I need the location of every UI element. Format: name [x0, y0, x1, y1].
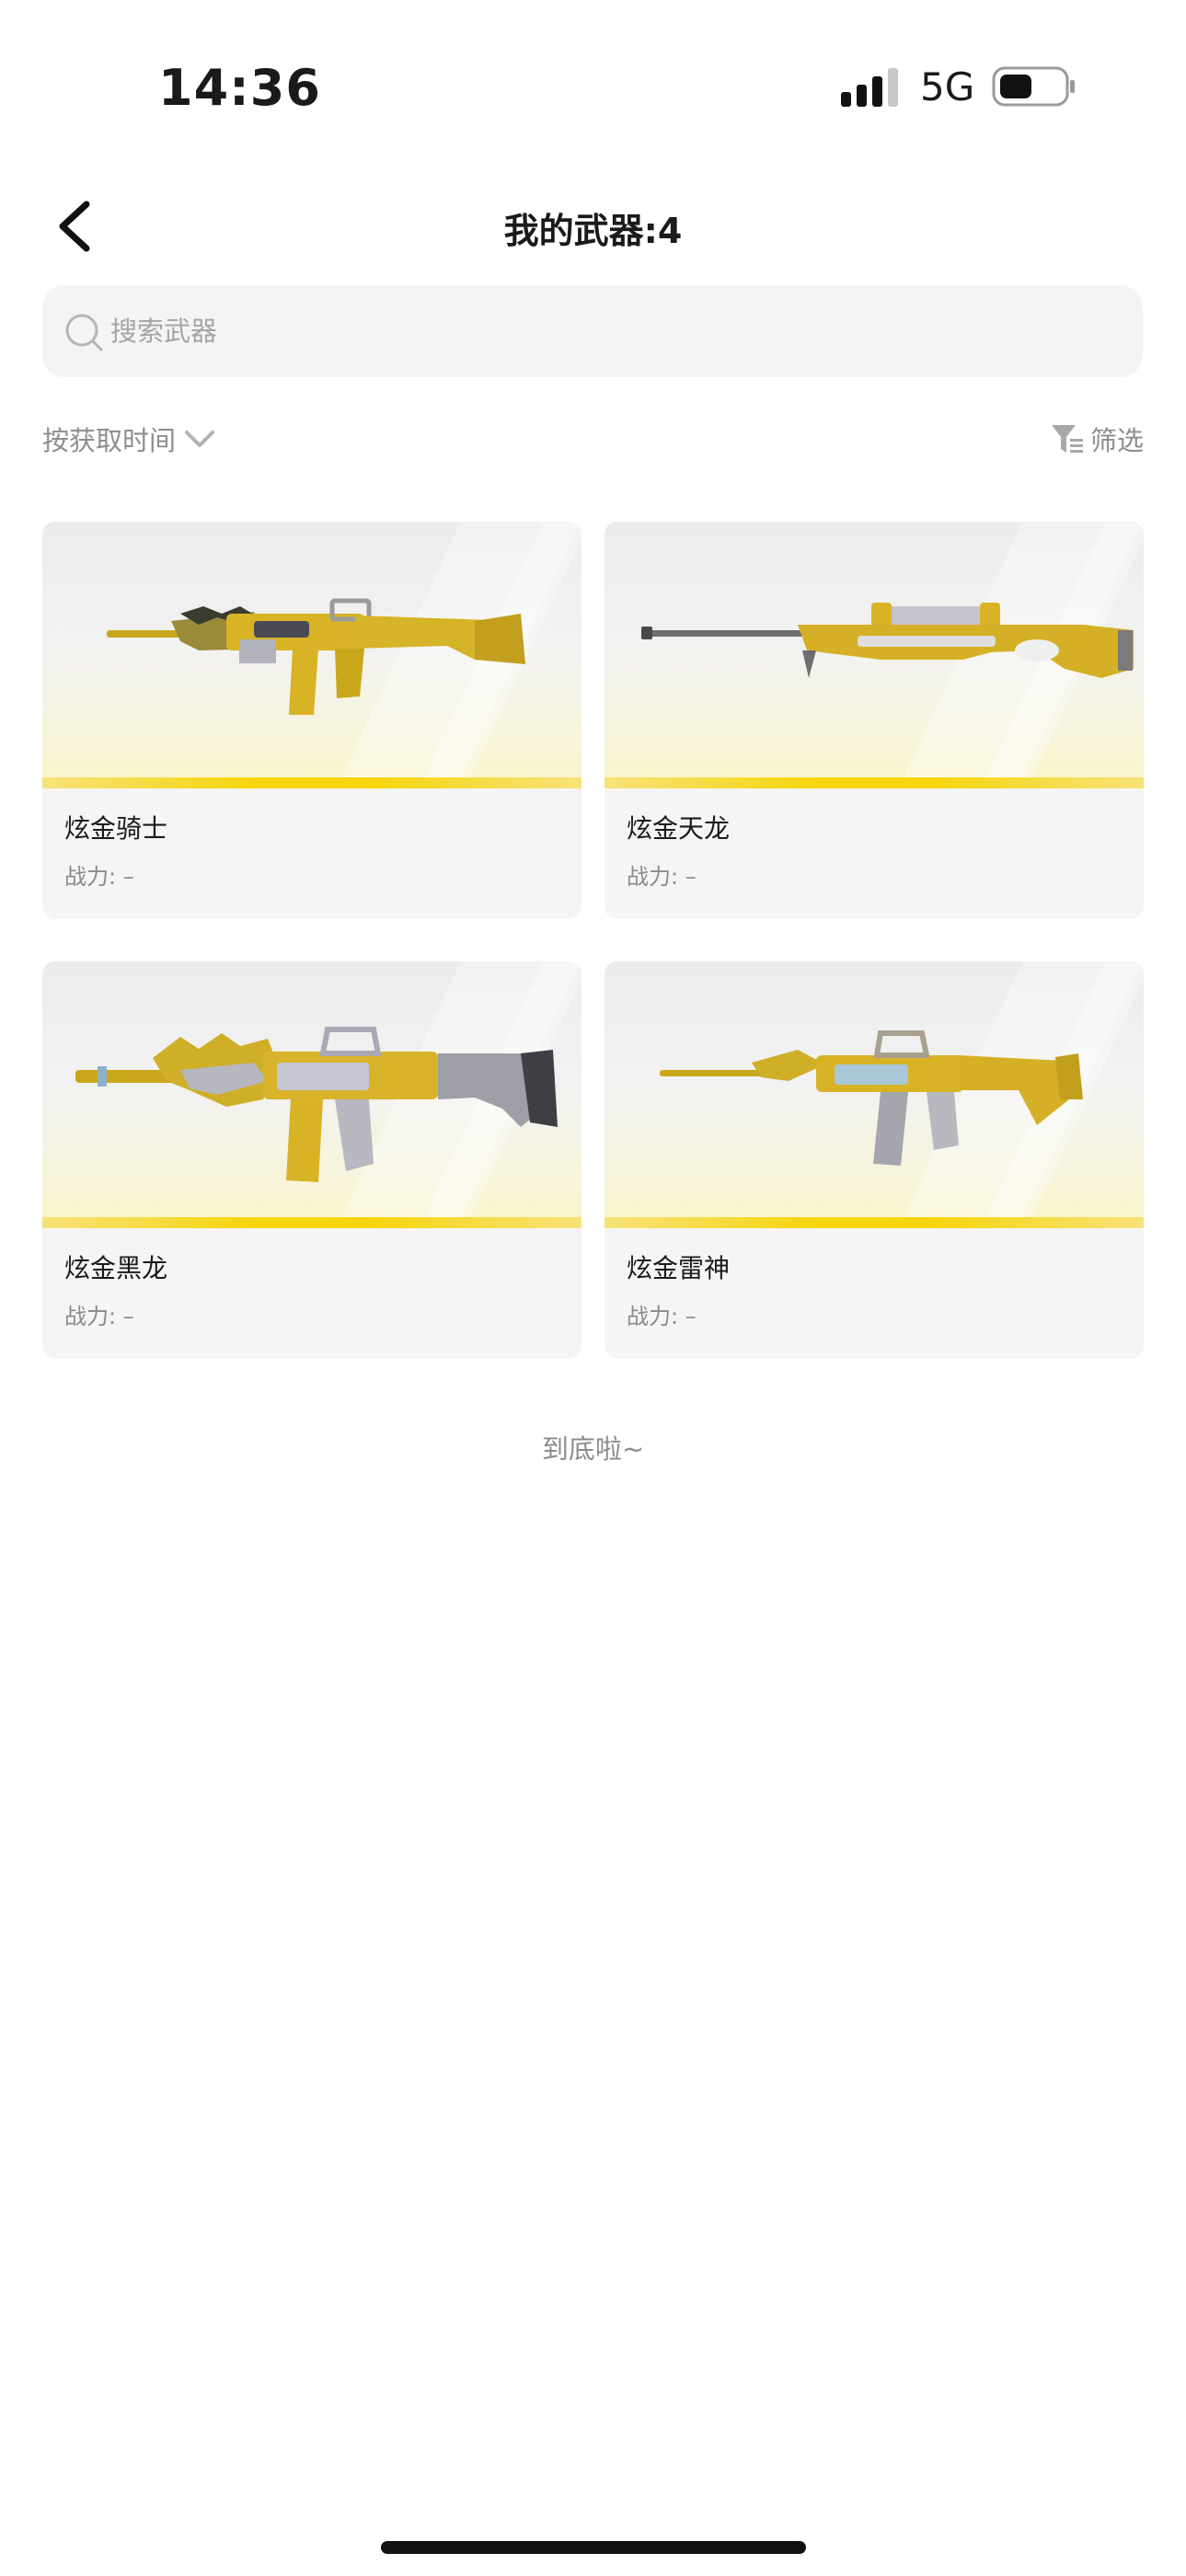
weapon-power: 战力: – — [627, 864, 697, 890]
filter-button[interactable]: 筛选 — [1050, 420, 1144, 458]
filter-icon — [1051, 425, 1083, 453]
chevron-down-icon — [185, 431, 215, 447]
rifle-image — [660, 1030, 1083, 1166]
weapon-power: 战力: – — [64, 1304, 134, 1329]
sort-dropdown[interactable]: 按获取时间 — [42, 420, 216, 458]
weapon-card[interactable]: 炫金黑龙 战力: – — [42, 961, 581, 1359]
weapon-name: 炫金天龙 — [627, 813, 731, 844]
weapon-card[interactable]: 炫金天龙 战力: – — [605, 522, 1144, 919]
weapon-image — [605, 522, 1144, 788]
rifle-image — [75, 1027, 558, 1182]
weapon-name: 炫金骑士 — [64, 813, 168, 844]
home-indicator[interactable] — [381, 2541, 806, 2554]
page-title: 我的武器:4 — [503, 211, 683, 251]
weapon-card[interactable]: 炫金雷神 战力: – — [605, 961, 1144, 1359]
status-time: 14:36 — [158, 59, 321, 117]
weapon-image — [605, 961, 1144, 1228]
weapon-power: 战力: – — [627, 1304, 697, 1329]
filter-label: 筛选 — [1089, 425, 1144, 456]
sniper-rifle-image — [641, 603, 1134, 678]
rifle-image — [107, 598, 525, 715]
search-icon — [65, 314, 103, 351]
list-end-text: 到底啦~ — [541, 1433, 645, 1465]
network-type: 5G — [920, 64, 975, 109]
search-input[interactable] — [110, 293, 1031, 370]
weapon-card[interactable]: 炫金骑士 战力: – — [42, 522, 581, 919]
weapon-power: 战力: – — [64, 864, 134, 890]
battery-icon — [992, 66, 1075, 107]
signal-icon — [841, 68, 898, 107]
weapon-image — [42, 961, 581, 1228]
sort-label: 按获取时间 — [42, 425, 177, 456]
weapon-name: 炫金黑龙 — [64, 1253, 168, 1283]
weapon-name: 炫金雷神 — [627, 1253, 731, 1283]
weapon-image — [42, 522, 581, 788]
